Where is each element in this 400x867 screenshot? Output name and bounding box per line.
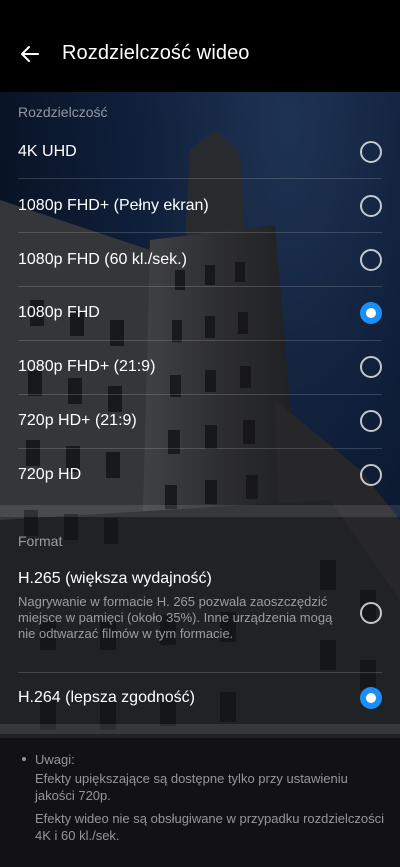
option-label: 4K UHD xyxy=(18,143,77,160)
arrow-left-icon xyxy=(21,46,39,62)
option-h265[interactable]: H.265 (większa wydajność) Nagrywanie w f… xyxy=(18,570,382,642)
notes-panel: Uwagi: Efekty upiększające są dostępne t… xyxy=(0,738,400,867)
divider xyxy=(18,340,382,341)
divider xyxy=(18,448,382,449)
option-720p-hd-plus-21-9[interactable]: 720p HD+ (21:9) xyxy=(18,409,382,433)
divider xyxy=(18,232,382,233)
background-scrim xyxy=(0,0,400,867)
section-label-format: Format xyxy=(18,533,63,549)
radio-button[interactable] xyxy=(360,249,382,271)
radio-button[interactable] xyxy=(360,356,382,378)
option-label: 1080p FHD+ (21:9) xyxy=(18,358,156,375)
option-720p-hd[interactable]: 720p HD xyxy=(18,463,382,487)
section-label-resolution: Rozdzielczość xyxy=(18,104,108,120)
option-1080p-fhd-plus-full[interactable]: 1080p FHD+ (Pełny ekran) xyxy=(18,194,382,218)
radio-button-selected[interactable] xyxy=(360,302,382,324)
option-1080p-fhd-plus-21-9[interactable]: 1080p FHD+ (21:9) xyxy=(18,355,382,379)
option-label: 720p HD xyxy=(18,466,82,483)
option-h264[interactable]: H.264 (lepsza zgodność) xyxy=(18,686,382,710)
section-separator xyxy=(0,724,400,734)
radio-button[interactable] xyxy=(360,195,382,217)
divider xyxy=(18,286,382,287)
option-label: 1080p FHD xyxy=(18,304,100,321)
option-description: Nagrywanie w formacie H. 265 pozwala zao… xyxy=(18,594,333,641)
option-label: H.264 (lepsza zgodność) xyxy=(18,689,195,706)
divider xyxy=(18,672,382,673)
page-title: Rozdzielczość wideo xyxy=(62,42,250,64)
option-label: 1080p FHD (60 kl./sek.) xyxy=(18,251,187,268)
option-label: 1080p FHD+ (Pełny ekran) xyxy=(18,197,209,214)
bullet-icon xyxy=(22,757,26,761)
radio-button-selected[interactable] xyxy=(360,687,382,709)
option-1080p-fhd[interactable]: 1080p FHD xyxy=(18,301,382,325)
radio-button[interactable] xyxy=(360,410,382,432)
radio-button[interactable] xyxy=(360,464,382,486)
radio-button[interactable] xyxy=(360,602,382,624)
note-line: Efekty wideo nie są obsługiwane w przypa… xyxy=(35,811,385,843)
radio-button[interactable] xyxy=(360,141,382,163)
divider xyxy=(18,394,382,395)
app-bar: Rozdzielczość wideo xyxy=(0,0,400,92)
option-label: 720p HD+ (21:9) xyxy=(18,412,137,429)
notes-title: Uwagi: xyxy=(35,752,75,767)
option-1080p-fhd-60fps[interactable]: 1080p FHD (60 kl./sek.) xyxy=(18,248,382,272)
note-line: Efekty upiększające są dostępne tylko pr… xyxy=(35,771,348,803)
option-4k-uhd[interactable]: 4K UHD xyxy=(18,140,382,164)
divider xyxy=(18,178,382,179)
option-label: H.265 (większa wydajność) xyxy=(18,570,212,587)
back-button[interactable] xyxy=(14,38,46,70)
section-separator xyxy=(0,505,400,517)
